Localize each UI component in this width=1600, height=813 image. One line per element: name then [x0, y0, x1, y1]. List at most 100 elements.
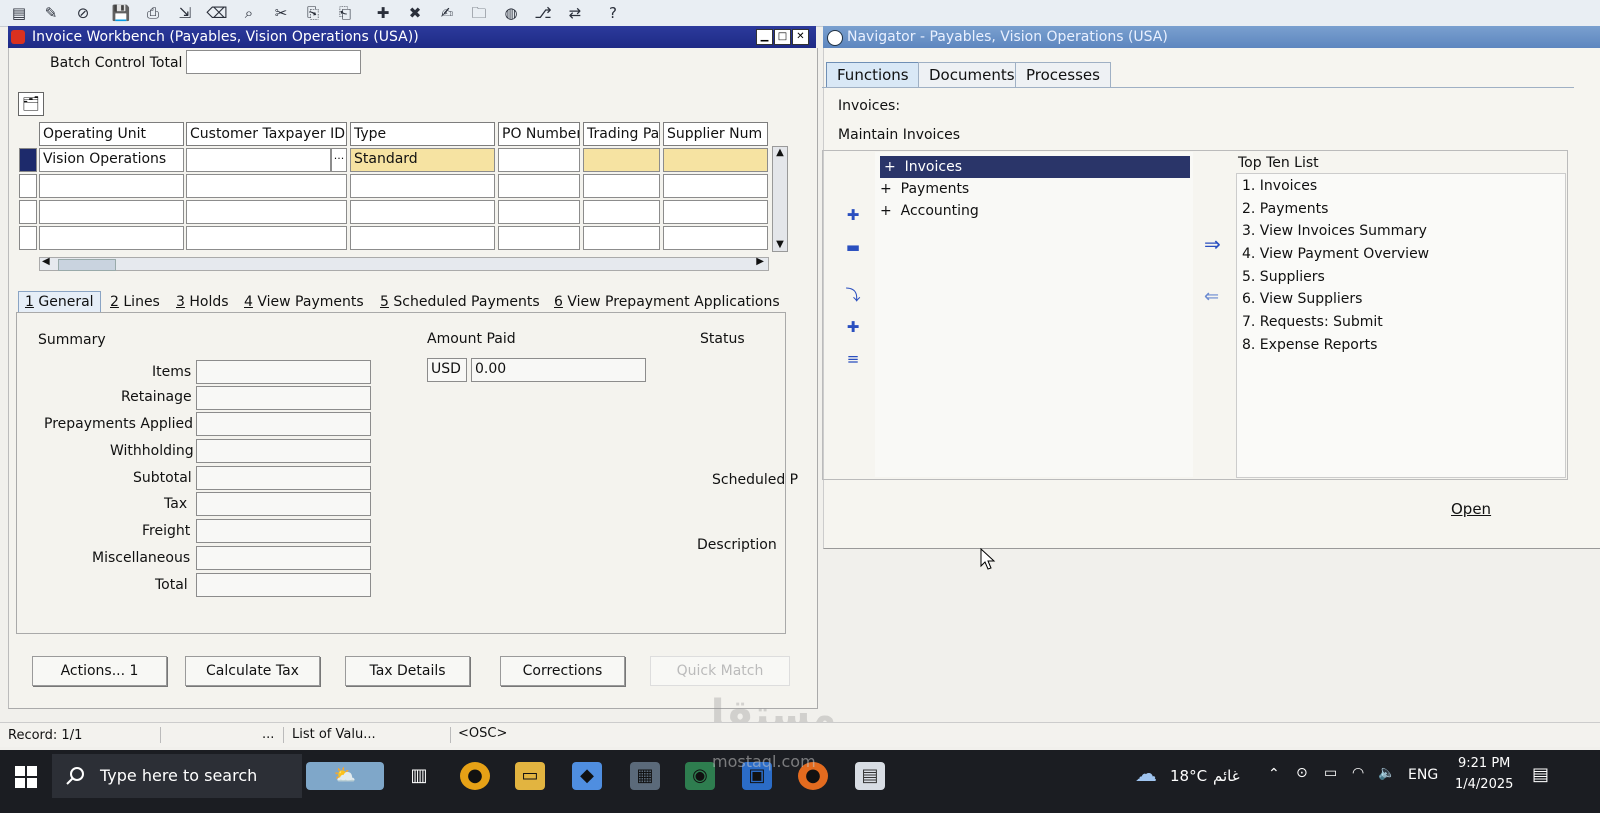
expand-all-icon[interactable]: ✚ [842, 318, 864, 336]
actions-button[interactable]: Actions... 1 [32, 656, 167, 686]
folder-tools-icon[interactable]: 🗂 [18, 92, 44, 116]
operating-unit-field[interactable] [39, 226, 184, 250]
navigator-title-bar[interactable]: Navigator - Payables, Vision Operations … [823, 26, 1600, 48]
taskbar-search-box[interactable]: Type here to search [52, 754, 302, 798]
tab-processes[interactable]: Processes [1015, 62, 1111, 88]
top-ten-item[interactable]: 6. View Suppliers [1242, 291, 1362, 307]
scroll-up-icon[interactable]: ▲ [773, 147, 787, 159]
collapse-all-icon[interactable]: ≡ [842, 350, 864, 368]
stop-icon[interactable]: ⊘ [72, 3, 94, 23]
volume-icon[interactable]: 🔈 [1378, 765, 1395, 781]
trading-partner-field[interactable] [583, 226, 660, 250]
expand-branch-icon[interactable]: ⤵ [842, 286, 864, 304]
calculate-tax-button[interactable]: Calculate Tax [185, 656, 320, 686]
task-view-icon[interactable]: ▥ [404, 762, 434, 790]
language-indicator[interactable]: ENG [1408, 767, 1438, 783]
help-icon[interactable]: ? [602, 3, 624, 23]
open-icon[interactable]: ✎ [40, 3, 62, 23]
operating-unit-field[interactable] [39, 174, 184, 198]
notifications-icon[interactable]: ▤ [1532, 764, 1549, 785]
tab-holds[interactable]: 3 Holds [176, 294, 229, 310]
po-number-field[interactable] [498, 148, 580, 172]
chevron-up-icon[interactable]: ⌃ [1268, 766, 1280, 782]
operating-unit-field[interactable]: Vision Operations [39, 148, 184, 172]
grid-horizontal-scrollbar[interactable]: ◀ ▶ [39, 256, 769, 271]
attach-icon[interactable]: ⎇ [532, 3, 554, 23]
tab-scheduled-payments[interactable]: 5 Scheduled Payments [380, 294, 540, 310]
supplier-num-field[interactable] [663, 226, 768, 250]
close-button[interactable]: ✕ [792, 29, 809, 45]
po-number-field[interactable] [498, 226, 580, 250]
minimize-button[interactable]: ▁ [756, 29, 773, 45]
windows-start-icon[interactable] [15, 766, 37, 788]
calculator-icon[interactable]: ▦ [630, 762, 660, 790]
supplier-num-field[interactable] [663, 174, 768, 198]
type-field[interactable] [350, 200, 495, 224]
row-selector[interactable] [19, 174, 37, 198]
meet-now-icon[interactable]: ⊙ [1296, 765, 1308, 781]
po-number-field[interactable] [498, 174, 580, 198]
app-icon[interactable]: ▤ [855, 762, 885, 790]
type-field[interactable]: Standard [350, 148, 495, 172]
file-explorer-icon[interactable]: ▭ [515, 762, 545, 790]
cut-icon[interactable]: ✂ [270, 3, 292, 23]
weather-widget-icon[interactable]: ⛅ [306, 762, 384, 790]
scroll-left-icon[interactable]: ◀ [42, 256, 50, 267]
type-field[interactable] [350, 226, 495, 250]
wifi-icon[interactable]: ◠ [1352, 765, 1364, 781]
copy-icon[interactable]: ⎘ [302, 3, 324, 23]
customer-taxpayer-id-field[interactable] [186, 148, 331, 172]
clear-icon[interactable]: ⌫ [206, 3, 228, 23]
top-ten-item[interactable]: 5. Suppliers [1242, 269, 1325, 285]
open-button[interactable]: Open [1451, 500, 1491, 518]
maximize-button[interactable]: □ [774, 29, 791, 45]
save-icon[interactable]: 💾 [110, 3, 132, 23]
scroll-down-icon[interactable]: ▼ [773, 239, 787, 251]
tab-functions[interactable]: Functions [826, 62, 920, 88]
web-icon[interactable]: ◍ [500, 3, 522, 23]
trading-partner-field[interactable] [583, 174, 660, 198]
row-selector[interactable] [19, 226, 37, 250]
tab-lines[interactable]: 2 Lines [110, 294, 160, 310]
top-ten-item[interactable]: 3. View Invoices Summary [1242, 223, 1427, 239]
tax-details-button[interactable]: Tax Details [345, 656, 470, 686]
exit-icon[interactable]: ⇲ [174, 3, 196, 23]
operating-unit-field[interactable] [39, 200, 184, 224]
lov-button[interactable]: ··· [331, 148, 347, 172]
new-record-icon[interactable]: ✚ [372, 3, 394, 23]
row-selector-current[interactable] [19, 148, 37, 172]
top-ten-item[interactable]: 1. Invoices [1242, 178, 1317, 194]
folder-icon[interactable]: 🗀 [468, 3, 490, 23]
tree-item-payments[interactable]: + Payments [880, 181, 969, 197]
collapse-icon[interactable]: ▬ [842, 238, 864, 256]
tree-item-invoices[interactable]: + Invoices [880, 156, 1190, 178]
supplier-num-field[interactable] [663, 200, 768, 224]
print-icon[interactable]: ⎙ [142, 3, 164, 23]
clock-date[interactable]: 1/4/2025 [1455, 777, 1513, 792]
scroll-right-icon[interactable]: ▶ [756, 256, 764, 267]
add-to-top-ten-icon[interactable]: ⇒ [1204, 232, 1221, 256]
delete-record-icon[interactable]: ✖ [404, 3, 426, 23]
po-number-field[interactable] [498, 200, 580, 224]
tab-view-payments[interactable]: 4 View Payments [244, 294, 364, 310]
expand-icon[interactable]: ✚ [842, 206, 864, 224]
scroll-thumb[interactable] [58, 259, 116, 271]
remove-from-top-ten-icon[interactable]: ⇐ [1204, 286, 1219, 307]
workbench-title-bar[interactable]: Invoice Workbench (Payables, Vision Oper… [8, 26, 816, 48]
top-ten-item[interactable]: 8. Expense Reports [1242, 337, 1377, 353]
battery-icon[interactable]: ▭ [1324, 765, 1337, 781]
trading-partner-field[interactable] [583, 148, 660, 172]
paste-icon[interactable]: ⎗ [334, 3, 356, 23]
top-ten-item[interactable]: 7. Requests: Submit [1242, 314, 1383, 330]
tree-item-accounting[interactable]: + Accounting [880, 203, 979, 219]
edit-icon[interactable]: ✍ [436, 3, 458, 23]
new-icon[interactable]: ▤ [8, 3, 30, 23]
supplier-num-field[interactable] [663, 148, 768, 172]
top-ten-item[interactable]: 4. View Payment Overview [1242, 246, 1429, 262]
customer-taxpayer-id-field[interactable] [186, 226, 347, 250]
customer-taxpayer-id-field[interactable] [186, 200, 347, 224]
find-icon[interactable]: ⌕ [238, 3, 260, 23]
type-field[interactable] [350, 174, 495, 198]
batch-control-total-field[interactable] [186, 50, 361, 74]
top-ten-item[interactable]: 2. Payments [1242, 201, 1328, 217]
